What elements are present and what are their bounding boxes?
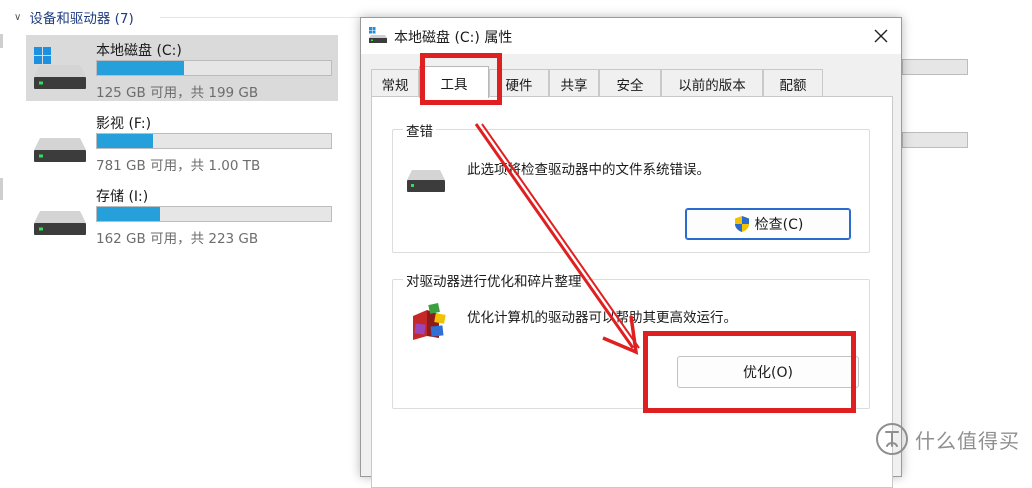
optimize-description: 优化计算机的驱动器可以帮助其更高效运行。 xyxy=(467,310,737,326)
drive-tile-i[interactable]: 存储 (I:) 162 GB 可用，共 223 GB xyxy=(26,181,338,247)
watermark-text: 什么值得买 xyxy=(915,428,1020,453)
watermark: 什么值得买 xyxy=(875,422,1020,456)
drive-usage-bar xyxy=(96,206,332,222)
close-icon xyxy=(874,29,888,43)
drive-name: 本地磁盘 (C:) xyxy=(96,43,182,59)
error-checking-description: 此选项将检查驱动器中的文件系统错误。 xyxy=(467,162,710,178)
tools-tab-panel: 查错 此选项将检查驱动器中的文件系统错误。 检查(C) 对驱动器进行优化和碎片整… xyxy=(371,96,893,488)
defragment-icon xyxy=(413,303,446,340)
drive-usage-text: 781 GB 可用，共 1.00 TB xyxy=(96,158,261,174)
drive-tile-c[interactable]: 本地磁盘 (C:) 125 GB 可用，共 199 GB xyxy=(26,35,338,101)
dialog-titlebar[interactable]: 本地磁盘 (C:) 属性 xyxy=(361,18,901,54)
drive-usage-fill xyxy=(97,61,184,75)
check-button-label: 检查(C) xyxy=(754,217,804,233)
hidden-drive-usage-bar xyxy=(902,59,968,75)
tab-previous-versions[interactable]: 以前的版本 xyxy=(661,69,763,97)
drive-usage-text: 162 GB 可用，共 223 GB xyxy=(96,231,259,247)
error-checking-group: 查错 此选项将检查驱动器中的文件系统错误。 检查(C) xyxy=(392,120,870,253)
drive-name: 存储 (I:) xyxy=(96,189,149,205)
scroll-marker xyxy=(0,178,3,200)
drive-icon xyxy=(407,170,445,192)
drive-icon xyxy=(369,27,387,43)
check-button[interactable]: 检查(C) xyxy=(685,208,851,240)
drive-icon xyxy=(34,138,86,162)
scroll-marker xyxy=(0,34,3,48)
drive-icon xyxy=(34,211,86,235)
chevron-down-icon[interactable]: ∨ xyxy=(14,12,21,23)
dialog-title: 本地磁盘 (C:) 属性 xyxy=(394,30,513,46)
devices-section-header[interactable]: ∨ 设备和驱动器 (7) xyxy=(14,7,134,27)
tab-security[interactable]: 安全 xyxy=(599,69,661,97)
annotation-box-tools-tab xyxy=(420,53,502,105)
devices-section-title: 设备和驱动器 (7) xyxy=(29,11,134,27)
error-checking-legend: 查错 xyxy=(403,120,436,140)
tab-general[interactable]: 常规 xyxy=(371,69,419,97)
drive-usage-fill xyxy=(97,134,154,148)
drive-tile-f[interactable]: 影视 (F:) 781 GB 可用，共 1.00 TB xyxy=(26,108,338,174)
drive-usage-bar xyxy=(96,60,332,76)
drive-usage-text: 125 GB 可用，共 199 GB xyxy=(96,85,259,101)
drive-usage-bar xyxy=(96,133,332,149)
windows-drive-icon xyxy=(34,47,86,89)
close-button[interactable] xyxy=(861,18,901,54)
hidden-drive-usage-bar xyxy=(902,132,968,148)
drive-usage-fill xyxy=(97,207,161,221)
tab-quota[interactable]: 配额 xyxy=(763,69,823,97)
tab-sharing[interactable]: 共享 xyxy=(549,69,599,97)
drive-name: 影视 (F:) xyxy=(96,116,152,132)
watermark-logo-icon xyxy=(876,423,908,455)
section-divider xyxy=(160,17,380,18)
optimize-legend: 对驱动器进行优化和碎片整理 xyxy=(403,270,585,290)
annotation-box-optimize-button xyxy=(643,331,856,413)
uac-shield-icon xyxy=(734,216,749,232)
